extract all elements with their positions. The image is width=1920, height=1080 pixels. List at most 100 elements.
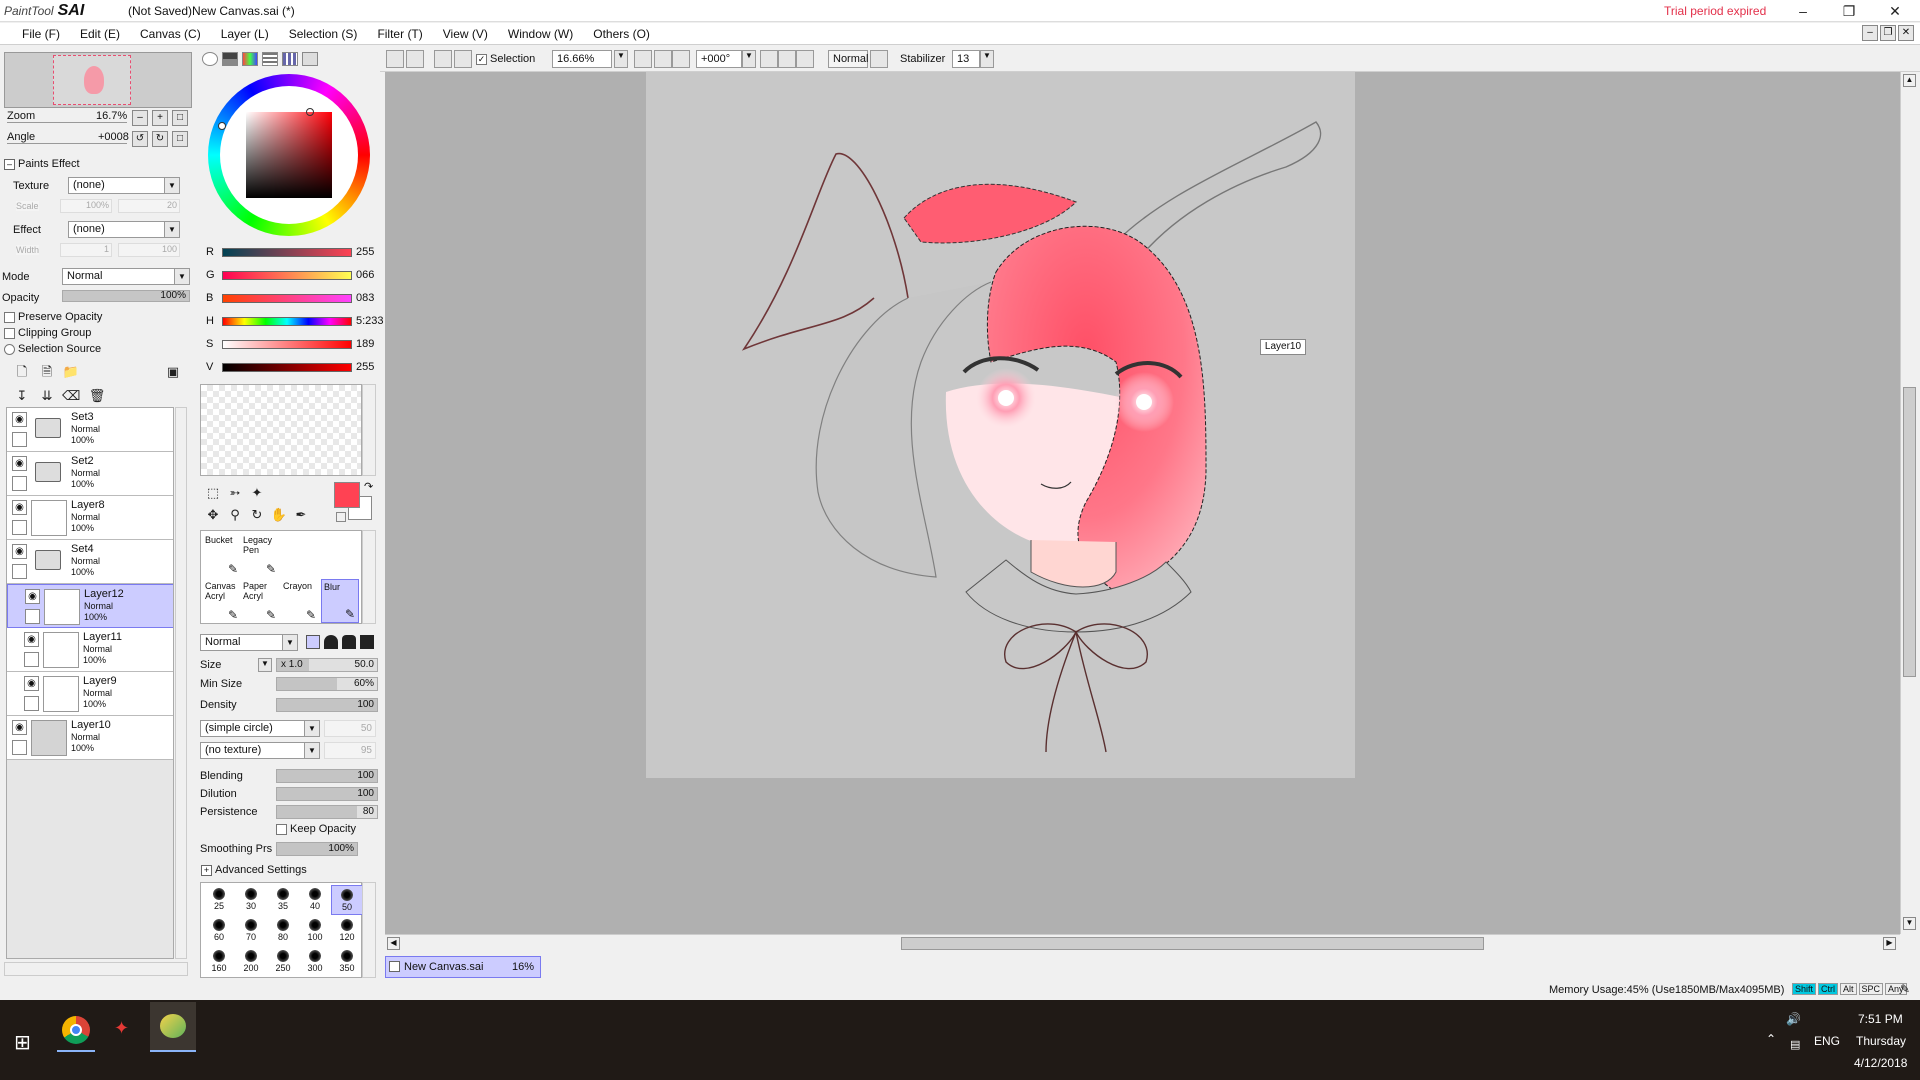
- brush-size-preset[interactable]: 80: [267, 916, 299, 946]
- brush-edge-soft-icon[interactable]: [324, 635, 338, 649]
- min-size-slider[interactable]: 60%: [276, 677, 378, 691]
- angle-dropdown[interactable]: ▼: [742, 50, 756, 68]
- layer-mask-icon[interactable]: ▣: [164, 363, 182, 381]
- smoothing-row[interactable]: Smoothing Prs 100%: [198, 841, 378, 857]
- layer-lock-icon[interactable]: [12, 564, 27, 579]
- delete-layer-icon[interactable]: 🗑: [88, 387, 106, 405]
- brush-size-preset[interactable]: 100: [299, 916, 331, 946]
- primary-color-swatch[interactable]: [334, 482, 360, 508]
- layer-lock-icon[interactable]: [12, 476, 27, 491]
- swatches-tab-icon[interactable]: [282, 52, 298, 66]
- brush-size-preset[interactable]: 60: [203, 916, 235, 946]
- windows-start-icon[interactable]: ⊞: [14, 1030, 31, 1055]
- angle-slider[interactable]: [7, 143, 127, 144]
- layer-lock-icon[interactable]: [24, 652, 39, 667]
- hue-ring[interactable]: [208, 74, 370, 236]
- brush-size-preset[interactable]: 70: [235, 916, 267, 946]
- new-folder-icon[interactable]: 📁: [62, 363, 80, 381]
- brush-tool-paper[interactable]: Paper Acryl ✎: [241, 579, 279, 623]
- brush-grid-scrollbar[interactable]: [362, 882, 376, 978]
- brush-size-slider[interactable]: x 1.0 50.0: [276, 658, 378, 672]
- layer-row[interactable]: ◉ Layer10 Normal 100%: [7, 716, 173, 760]
- brush-shape-select[interactable]: (simple circle) ▼: [200, 720, 320, 737]
- tool-grid-scrollbar[interactable]: [362, 530, 376, 624]
- flip-button[interactable]: [870, 50, 888, 68]
- green-slider-row[interactable]: G 066: [200, 267, 380, 285]
- brush-size-preset[interactable]: 35: [267, 885, 299, 915]
- brush-tool-canvas[interactable]: Canvas Acryl ✎: [203, 579, 241, 623]
- new-layer-icon[interactable]: 🗋: [13, 363, 31, 381]
- mdi-minimize-button[interactable]: –: [1862, 25, 1878, 41]
- hand-tool-icon[interactable]: ✋: [270, 506, 288, 524]
- brush-size-preset[interactable]: 120: [331, 916, 363, 946]
- rotate-reset-button[interactable]: [796, 50, 814, 68]
- advanced-settings-label[interactable]: Advanced Settings: [215, 864, 307, 876]
- language-indicator[interactable]: ENG: [1814, 1034, 1840, 1048]
- persistence-row[interactable]: Persistence 80: [198, 804, 378, 820]
- deselect-button[interactable]: [434, 50, 452, 68]
- layer-lock-icon[interactable]: [12, 520, 27, 535]
- saturation-slider-row[interactable]: S 189: [200, 336, 380, 354]
- sv-square[interactable]: [246, 112, 332, 198]
- close-button[interactable]: ✕: [1872, 0, 1918, 22]
- brush-size-row[interactable]: Size ▼ x 1.0 50.0: [198, 657, 378, 673]
- eye-icon[interactable]: ◉: [25, 589, 40, 604]
- lasso-tool-icon[interactable]: ➳: [226, 484, 244, 502]
- layer-row[interactable]: ◉ Layer9 Normal 100%: [7, 672, 173, 716]
- brush-size-preset[interactable]: 300: [299, 947, 331, 977]
- smoothing-slider[interactable]: 100%: [276, 842, 358, 856]
- density-slider[interactable]: 100: [276, 698, 378, 712]
- nav-zoom-in-button[interactable]: +: [152, 110, 168, 126]
- keep-opacity-checkbox[interactable]: [276, 824, 287, 835]
- rotate-right-button[interactable]: [778, 50, 796, 68]
- redo-button[interactable]: [406, 50, 424, 68]
- size-mult-dropdown[interactable]: ▼: [258, 658, 272, 672]
- scroll-right-icon[interactable]: ▶: [1883, 937, 1896, 950]
- stabilizer-dropdown[interactable]: ▼: [980, 50, 994, 68]
- color-wheel-tab-icon[interactable]: [202, 52, 218, 66]
- value-slider-row[interactable]: V 255: [200, 359, 380, 377]
- scroll-up-icon[interactable]: ▲: [1903, 74, 1916, 87]
- menu-layer[interactable]: Layer (L): [211, 23, 279, 44]
- clear-layer-icon[interactable]: ⌫: [62, 387, 80, 405]
- layer-list-hscrollbar[interactable]: [4, 962, 188, 976]
- scroll-left-icon[interactable]: ◀: [387, 937, 400, 950]
- eye-icon[interactable]: ◉: [12, 720, 27, 735]
- layer-lock-icon[interactable]: [24, 696, 39, 711]
- brush-size-preset[interactable]: 350: [331, 947, 363, 977]
- scratchpad-scrollbar[interactable]: [362, 384, 376, 476]
- stabilizer-field[interactable]: 13: [952, 50, 980, 68]
- eyedropper-icon[interactable]: ✒: [292, 506, 310, 524]
- menu-others[interactable]: Others (O): [583, 23, 660, 44]
- horizontal-scroll-thumb[interactable]: [901, 937, 1484, 950]
- brush-size-preset[interactable]: 25: [203, 885, 235, 915]
- blue-slider-row[interactable]: B 083: [200, 290, 380, 308]
- tray-chevron-icon[interactable]: ⌃: [1766, 1032, 1776, 1046]
- brush-tool-crayon[interactable]: Crayon ✎: [281, 579, 319, 623]
- clock-day[interactable]: Thursday: [1856, 1034, 1906, 1048]
- magic-wand-icon[interactable]: ✦: [248, 484, 266, 502]
- clock-date[interactable]: 4/12/2018: [1854, 1056, 1907, 1070]
- rgb-slider-tab-icon[interactable]: [222, 52, 238, 66]
- zoom-out-button[interactable]: [634, 50, 652, 68]
- transfer-down-icon[interactable]: ↧: [13, 387, 31, 405]
- brush-size-preset[interactable]: 50: [331, 885, 363, 915]
- invert-selection-button[interactable]: [454, 50, 472, 68]
- angle-field[interactable]: +000°: [696, 50, 742, 68]
- layer-row[interactable]: ◉ Layer11 Normal 100%: [7, 628, 173, 672]
- network-icon[interactable]: ▤: [1790, 1038, 1800, 1051]
- menu-filter[interactable]: Filter (T): [367, 23, 432, 44]
- brush-size-preset[interactable]: 30: [235, 885, 267, 915]
- chrome-icon[interactable]: [62, 1016, 90, 1044]
- brush-edge-medium-icon[interactable]: [342, 635, 356, 649]
- layer-row[interactable]: ◉ Set2 Normal 100%: [7, 452, 173, 496]
- eye-icon[interactable]: ◉: [24, 632, 39, 647]
- advanced-expand-icon[interactable]: +: [201, 865, 212, 876]
- brush-edge-square-icon[interactable]: [360, 635, 374, 649]
- preserve-opacity-checkbox[interactable]: [4, 312, 15, 323]
- mdi-restore-button[interactable]: ❐: [1880, 25, 1896, 41]
- navigator-preview[interactable]: [4, 52, 192, 108]
- zoom-slider[interactable]: [7, 122, 127, 123]
- eye-icon[interactable]: ◉: [12, 456, 27, 471]
- canvas-vertical-scrollbar[interactable]: ▲ ▼: [1900, 72, 1918, 934]
